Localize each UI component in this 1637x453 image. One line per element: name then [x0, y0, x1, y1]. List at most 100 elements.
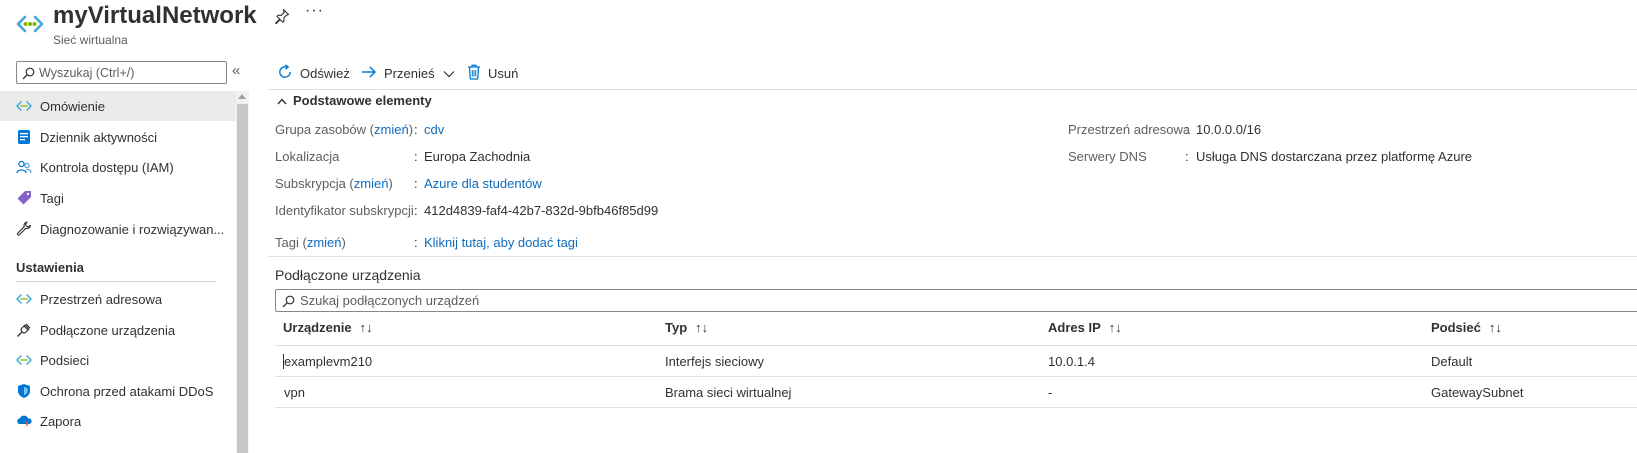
- sidebar-item-label: Omówienie: [40, 98, 106, 114]
- shield-icon: [15, 382, 33, 400]
- subscription-label-text: Subskrypcja: [275, 176, 346, 191]
- sidebar-item-access-control[interactable]: Kontrola dostępu (IAM): [0, 152, 236, 182]
- essentials-toggle[interactable]: Podstawowe elementy: [277, 93, 432, 108]
- sidebar-item-label: Kontrola dostępu (IAM): [40, 159, 174, 175]
- scroll-up-arrow-icon[interactable]: [238, 94, 246, 99]
- move-label: Przenieś: [384, 65, 435, 81]
- sidebar-section-settings: Ustawienia: [16, 260, 84, 275]
- activity-log-icon: [15, 128, 33, 146]
- sort-icon: ↑↓: [359, 320, 373, 335]
- separator: :: [414, 122, 418, 137]
- subscription-id-value: 412d4839-faf4-42b7-832d-9bfb46f85d99: [424, 203, 659, 218]
- trash-icon: [467, 64, 488, 83]
- sidebar-item-label: Diagnozowanie i rozwiązywan...: [40, 221, 225, 237]
- device-type: Interfejs sieciowy: [665, 354, 764, 369]
- sidebar-item-label: Ochrona przed atakami DDoS: [40, 383, 214, 399]
- virtual-network-icon: [15, 290, 33, 308]
- address-space-label: Przestrzeń adresowa: [1068, 122, 1191, 137]
- sidebar-item-ddos[interactable]: Ochrona przed atakami DDoS: [0, 376, 236, 406]
- firewall-icon: [15, 412, 33, 430]
- wrench-icon: [15, 220, 33, 238]
- page-title: myVirtualNetwork: [53, 2, 257, 29]
- chevron-up-icon: [277, 93, 293, 108]
- page-subtitle: Sieć wirtualna: [53, 33, 128, 47]
- table-row[interactable]: examplevm210 Interfejs sieciowy 10.0.1.4…: [275, 346, 1637, 376]
- sort-icon: ↑↓: [1108, 320, 1122, 335]
- sort-icon: ↑↓: [1488, 320, 1502, 335]
- subscription-value-link[interactable]: Azure dla studentów: [424, 176, 542, 191]
- column-header-label: Urządzenie: [283, 320, 352, 335]
- sidebar-item-label: Dziennik aktywności: [40, 129, 158, 145]
- add-tags-link[interactable]: Kliknij tutaj, aby dodać tagi: [424, 235, 578, 250]
- device-subnet: Default: [1431, 354, 1473, 369]
- separator: :: [414, 176, 418, 191]
- resource-group-label-text: Grupa zasobów: [275, 122, 367, 137]
- tags-label-text: Tagi: [275, 235, 299, 250]
- divider: [268, 89, 1637, 90]
- refresh-button[interactable]: Odśwież: [277, 62, 350, 84]
- column-header-label: Adres IP: [1048, 320, 1101, 335]
- delete-button[interactable]: Usuń: [467, 62, 518, 84]
- tags-change-link[interactable]: zmień: [307, 235, 342, 250]
- chevron-down-icon: [443, 66, 462, 81]
- virtual-network-icon: [16, 10, 44, 38]
- pin-icon[interactable]: [274, 8, 290, 25]
- move-button[interactable]: Przenieś: [361, 62, 462, 84]
- sidebar-item-connected-devices[interactable]: Podłączone urządzenia: [0, 315, 236, 345]
- separator: :: [414, 203, 418, 218]
- sidebar-item-address-space[interactable]: Przestrzeń adresowa: [0, 284, 236, 314]
- separator: :: [1185, 149, 1189, 164]
- plug-icon: [15, 321, 33, 339]
- sidebar-item-label: Tagi: [40, 190, 64, 206]
- address-space-value: 10.0.0.0/16: [1196, 122, 1262, 137]
- device-subnet: GatewaySubnet: [1431, 385, 1524, 400]
- sort-icon: ↑↓: [695, 320, 709, 335]
- device-link[interactable]: vpn: [284, 385, 305, 400]
- separator: :: [414, 235, 418, 250]
- device-ip: 10.0.1.4: [1048, 354, 1095, 369]
- virtual-network-icon: [15, 351, 33, 369]
- subscription-change-link[interactable]: zmień: [354, 176, 389, 191]
- sidebar-item-activity-log[interactable]: Dziennik aktywności: [0, 122, 236, 152]
- column-header-label: Typ: [665, 320, 688, 335]
- subscription-label: Subskrypcja (zmień): [275, 176, 393, 191]
- resource-group-label: Grupa zasobów (zmień): [275, 122, 414, 137]
- connected-devices-title: Podłączone urządzenia: [275, 267, 421, 283]
- tag-icon: [15, 189, 33, 207]
- sidebar-item-label: Przestrzeń adresowa: [40, 291, 163, 307]
- sidebar-item-diagnose[interactable]: Diagnozowanie i rozwiązywan...: [0, 214, 236, 244]
- essentials-title: Podstawowe elementy: [293, 93, 432, 108]
- column-header-device[interactable]: Urządzenie ↑↓: [283, 320, 373, 335]
- sidebar-search-box[interactable]: [16, 61, 227, 84]
- tags-label: Tagi (zmień): [275, 235, 346, 250]
- separator: :: [1185, 122, 1189, 137]
- virtual-network-icon: [15, 97, 33, 115]
- sidebar-item-firewall[interactable]: Zapora: [0, 406, 236, 436]
- sidebar-item-label: Podsieci: [40, 352, 90, 368]
- delete-label: Usuń: [488, 65, 519, 81]
- resource-group-change-link[interactable]: zmień: [374, 122, 409, 137]
- table-row[interactable]: vpn Brama sieci wirtualnej - GatewaySubn…: [275, 377, 1637, 407]
- column-header-ip-address[interactable]: Adres IP ↑↓: [1048, 320, 1122, 335]
- sidebar-item-tags[interactable]: Tagi: [0, 183, 236, 213]
- location-value: Europa Zachodnia: [424, 149, 531, 164]
- device-type: Brama sieci wirtualnej: [665, 385, 792, 400]
- column-header-label: Podsieć: [1431, 320, 1481, 335]
- sidebar-item-subnets[interactable]: Podsieci: [0, 345, 236, 375]
- more-options-button[interactable]: ···: [305, 2, 324, 20]
- dns-servers-value: Usługa DNS dostarczana przez platformę A…: [1196, 149, 1473, 164]
- sidebar-item-label: Zapora: [40, 413, 82, 429]
- column-header-subnet[interactable]: Podsieć ↑↓: [1431, 320, 1502, 335]
- collapse-sidebar-button[interactable]: «: [232, 62, 240, 79]
- refresh-icon: [277, 63, 300, 83]
- sidebar-search-input[interactable]: [39, 63, 219, 82]
- refresh-label: Odśwież: [300, 65, 350, 81]
- device-link[interactable]: examplevm210: [283, 354, 372, 369]
- sidebar-item-overview[interactable]: Omówienie: [0, 91, 236, 121]
- column-header-type[interactable]: Typ ↑↓: [665, 320, 708, 335]
- resource-group-value-link[interactable]: cdv: [424, 122, 444, 137]
- connected-devices-search-input[interactable]: [300, 291, 900, 310]
- connected-devices-search-box[interactable]: [275, 289, 1637, 312]
- sidebar-scrollbar-thumb[interactable]: [237, 104, 248, 453]
- arrow-right-icon: [361, 65, 384, 82]
